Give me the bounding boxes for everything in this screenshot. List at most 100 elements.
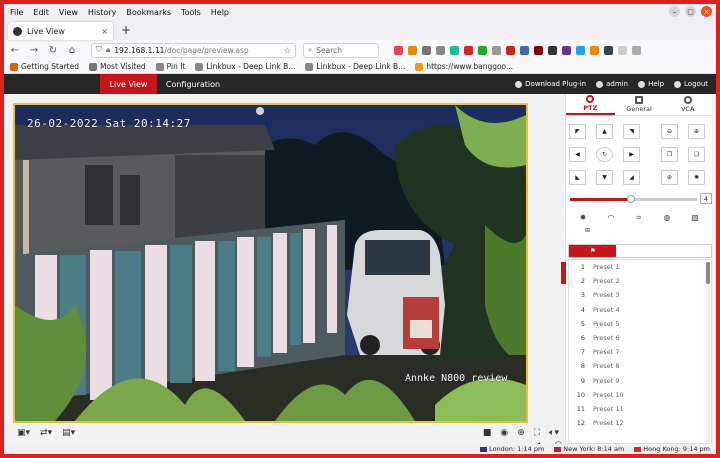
grammarly-icon[interactable]: [450, 45, 459, 55]
extension-green-icon[interactable]: [478, 45, 487, 55]
extension-purple-icon[interactable]: [562, 45, 571, 55]
wiper-icon[interactable]: ◠: [605, 212, 618, 223]
tab-pattern[interactable]: [663, 245, 711, 257]
extension-gray-icon[interactable]: [492, 45, 501, 55]
extension-orange-icon[interactable]: [590, 45, 599, 55]
video-preview[interactable]: 26-02-2022 Sat 20:14:27 Annke N800 revie…: [13, 103, 528, 423]
ptz-speed-knob[interactable]: [626, 195, 635, 203]
focus-near-button[interactable]: ❐: [661, 147, 678, 162]
back-icon[interactable]: ←: [9, 45, 21, 56]
ptz-auto-button[interactable]: ↻: [596, 147, 613, 162]
capture-icon[interactable]: ◉: [500, 428, 508, 438]
url-bar[interactable]: ⛉ 🔒︎ 192.168.1.11/doc/page/preview.asp ☆: [91, 42, 296, 58]
help-link[interactable]: Help: [638, 80, 664, 88]
window-layout-icon[interactable]: ▣▾: [17, 428, 30, 438]
library-icon[interactable]: [422, 45, 431, 55]
download-plugin-link[interactable]: Download Plug-in: [515, 80, 586, 88]
bookmark-linkbux-1[interactable]: Linkbux - Deep Link B...: [195, 62, 295, 71]
list-item[interactable]: 9 Preset 9: [569, 374, 711, 388]
menu-edit[interactable]: Edit: [33, 8, 49, 17]
ptz-speed-slider[interactable]: [570, 195, 697, 203]
twitter-icon[interactable]: [576, 45, 585, 55]
block-icon[interactable]: [506, 45, 515, 55]
tab-ptz[interactable]: PTZ: [566, 94, 615, 115]
list-item[interactable]: 1 Preset 1: [569, 260, 711, 274]
menu-history[interactable]: History: [88, 8, 116, 17]
preset-scrollbar[interactable]: [706, 262, 710, 442]
ptz-up-left-button[interactable]: ◤: [569, 124, 586, 139]
minimize-icon[interactable]: –: [669, 6, 680, 17]
preset-scrollbar-thumb[interactable]: [706, 262, 710, 284]
bookmark-star-icon[interactable]: ☆: [284, 46, 291, 55]
zoom-out-button[interactable]: ⊖: [661, 124, 678, 139]
ptz-up-right-button[interactable]: ◥: [623, 124, 640, 139]
tab-general[interactable]: General: [615, 94, 664, 115]
extension-blue-icon[interactable]: [520, 45, 529, 55]
ptz-down-button[interactable]: ▼: [596, 170, 613, 185]
menu-bookmarks[interactable]: Bookmarks: [126, 8, 171, 17]
list-item[interactable]: 4 Preset 4: [569, 303, 711, 317]
ptz-left-button[interactable]: ◀: [569, 147, 586, 162]
pocket-icon[interactable]: [394, 45, 403, 55]
digital-zoom-icon[interactable]: ⊕: [517, 428, 525, 438]
ublock-icon[interactable]: [534, 45, 543, 55]
list-item[interactable]: 7 Preset 7: [569, 345, 711, 359]
ptz-down-right-button[interactable]: ◢: [623, 170, 640, 185]
tab-live-view[interactable]: Live View ×: [8, 22, 113, 40]
menu-help[interactable]: Help: [211, 8, 229, 17]
ptz-down-left-button[interactable]: ◣: [569, 170, 586, 185]
tab-patrol[interactable]: [616, 245, 664, 257]
maximize-icon[interactable]: ▢: [685, 6, 696, 17]
iris-open-button[interactable]: ✺: [688, 170, 705, 185]
list-item[interactable]: 5 Preset 5: [569, 317, 711, 331]
stop-icon[interactable]: ■: [483, 428, 492, 438]
menu-tools[interactable]: Tools: [181, 8, 201, 17]
list-item[interactable]: 2 Preset 2: [569, 274, 711, 288]
download-icon[interactable]: [408, 45, 417, 55]
reload-icon[interactable]: ↻: [47, 45, 59, 56]
focus-far-button[interactable]: ❏: [688, 147, 705, 162]
iris-close-button[interactable]: ⊛: [661, 170, 678, 185]
lock-icon[interactable]: 🔒︎: [106, 45, 110, 55]
audio-icon[interactable]: 🔈︎▾: [549, 428, 559, 438]
extension-flag-icon[interactable]: [604, 45, 613, 55]
menu-view[interactable]: View: [59, 8, 78, 17]
stream-type-icon[interactable]: ⇄▾: [40, 428, 52, 438]
logout-link[interactable]: Logout: [674, 80, 708, 88]
ptz-up-button[interactable]: ▲: [596, 124, 613, 139]
ptz-right-button[interactable]: ▶: [623, 147, 640, 162]
extension-red-icon[interactable]: [464, 45, 473, 55]
bookmark-most-visited[interactable]: Most Visited: [89, 62, 146, 71]
plugin-type-icon[interactable]: ▤▾: [62, 428, 75, 438]
list-item[interactable]: 11 Preset 11: [569, 402, 711, 416]
3d-positioning-icon[interactable]: ⊞: [581, 225, 594, 236]
panel-collapse-handle[interactable]: [561, 262, 566, 284]
home-icon[interactable]: ⌂: [66, 45, 78, 56]
shield-icon[interactable]: ⛉: [96, 45, 102, 55]
hamburger-menu-icon[interactable]: [632, 45, 641, 55]
tab-presets[interactable]: ⚑: [569, 245, 617, 257]
fullscreen-icon[interactable]: ⛶: [534, 428, 540, 438]
search-input[interactable]: ⌕ Search: [303, 42, 379, 58]
close-window-icon[interactable]: ×: [701, 6, 712, 17]
sidebar-icon[interactable]: [436, 45, 445, 55]
nav-configuration[interactable]: Configuration: [161, 74, 225, 94]
list-item[interactable]: 10 Preset 10: [569, 388, 711, 402]
extension-dark-icon[interactable]: [548, 45, 557, 55]
lens-init-icon[interactable]: ◍: [661, 212, 674, 223]
list-item[interactable]: 6 Preset 6: [569, 331, 711, 345]
overflow-icon[interactable]: [618, 45, 627, 55]
bookmark-banggood[interactable]: https://www.banggoo...: [415, 62, 513, 71]
auto-focus-icon[interactable]: ⌗: [633, 212, 646, 223]
list-item[interactable]: 3 Preset 3: [569, 288, 711, 302]
nav-live-view[interactable]: Live View: [100, 74, 157, 94]
user-link[interactable]: admin: [596, 80, 628, 88]
bookmark-getting-started[interactable]: Getting Started: [10, 62, 79, 71]
menu-file[interactable]: File: [10, 8, 23, 17]
forward-icon[interactable]: →: [28, 45, 40, 56]
tab-close-icon[interactable]: ×: [101, 27, 108, 36]
menu-call-icon[interactable]: ▧: [689, 212, 702, 223]
light-icon[interactable]: ✹: [577, 212, 590, 223]
list-item[interactable]: 12 Preset 12: [569, 416, 711, 430]
list-item[interactable]: 8 Preset 8: [569, 359, 711, 373]
